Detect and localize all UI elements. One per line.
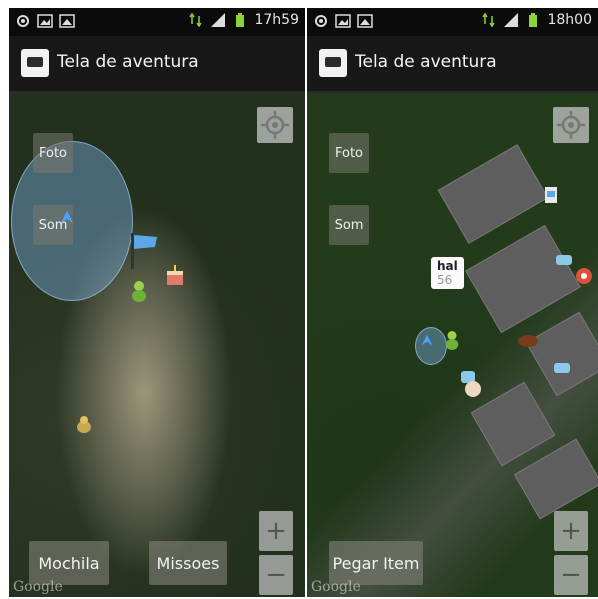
zoom-in-button[interactable]: + (259, 511, 293, 551)
zoom-in-button[interactable]: + (554, 511, 588, 551)
foto-button[interactable]: Foto (329, 133, 369, 173)
phone-screen-right: 18h00 Tela de aventura Foto Som hal 56 +… (307, 8, 598, 597)
player-icon (132, 281, 146, 302)
gallery-icon (357, 14, 373, 28)
locate-icon (557, 111, 585, 139)
battery-icon (529, 13, 538, 27)
gps-icon (17, 15, 29, 27)
player-direction-icon (61, 211, 73, 223)
foto-button[interactable]: Foto (33, 133, 73, 173)
player-icon (445, 331, 459, 350)
map-building (465, 224, 581, 334)
status-time: 17h59 (254, 12, 299, 28)
action-bar: Tela de aventura (9, 36, 305, 93)
map-building (525, 311, 598, 397)
signal-icon (211, 13, 226, 27)
locate-button[interactable] (257, 107, 293, 143)
gallery-icon (59, 14, 75, 28)
data-arrows-icon (482, 12, 496, 28)
cake-icon (167, 265, 183, 285)
app-icon[interactable] (21, 49, 49, 77)
item-icon (545, 187, 557, 203)
item-icon (461, 371, 481, 397)
item-icon (77, 416, 91, 433)
satellite-map[interactable]: Foto Som + − Mochila Missoes Google (9, 93, 305, 597)
player-info-popup[interactable]: hal 56 (431, 257, 464, 289)
map-building (437, 144, 549, 244)
item-icon (518, 335, 538, 347)
status-time: 18h00 (547, 12, 592, 28)
satellite-map[interactable]: Foto Som hal 56 + − Pegar Item Google (307, 93, 598, 597)
app-icon[interactable] (319, 49, 347, 77)
data-arrows-icon (189, 12, 203, 28)
flag-icon (131, 233, 157, 269)
item-icon (554, 363, 570, 373)
locate-icon (261, 111, 289, 139)
phone-screen-left: 17h59 Tela de aventura Foto Som + − Moch… (9, 8, 305, 597)
google-attribution: Google (13, 579, 63, 595)
player-direction-icon (421, 334, 433, 346)
action-bar: Tela de aventura (307, 36, 598, 93)
battery-icon (236, 13, 245, 27)
gps-icon (315, 15, 327, 27)
popup-title: hal (437, 259, 458, 273)
page-title: Tela de aventura (355, 52, 497, 72)
page-title: Tela de aventura (57, 52, 199, 72)
status-bar: 17h59 (9, 8, 305, 36)
locate-button[interactable] (553, 107, 589, 143)
item-icon (556, 255, 572, 265)
zoom-out-button[interactable]: − (259, 555, 293, 595)
image-icon (37, 14, 53, 28)
status-bar: 18h00 (307, 8, 598, 36)
signal-icon (504, 13, 519, 27)
google-attribution: Google (311, 579, 361, 595)
missoes-button[interactable]: Missoes (149, 541, 227, 585)
item-icon (576, 268, 592, 284)
popup-value: 56 (437, 273, 453, 287)
image-icon (335, 14, 351, 28)
som-button[interactable]: Som (329, 205, 369, 245)
zoom-out-button[interactable]: − (554, 555, 588, 595)
